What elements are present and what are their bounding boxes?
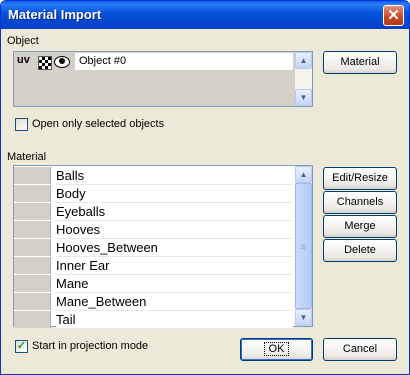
material-section-label: Material	[7, 151, 47, 163]
material-swatch[interactable]	[14, 203, 51, 220]
cancel-button[interactable]: Cancel	[323, 338, 397, 361]
eye-icon[interactable]	[54, 56, 70, 68]
material-row[interactable]: Hooves	[14, 221, 294, 239]
material-name: Mane	[56, 275, 293, 293]
edit-resize-button[interactable]: Edit/Resize	[323, 167, 397, 190]
checker-icon[interactable]	[38, 56, 52, 70]
object-list[interactable]: uv Object #0 ▲ ▼	[13, 51, 313, 107]
material-name: Body	[56, 185, 293, 203]
scroll-up-arrow-icon[interactable]: ▲	[295, 166, 312, 183]
material-swatch[interactable]	[14, 167, 51, 184]
channels-button[interactable]: Channels	[323, 191, 397, 214]
merge-button[interactable]: Merge	[323, 215, 397, 238]
material-row[interactable]: Mane	[14, 275, 294, 293]
open-selected-label: Open only selected objects	[32, 118, 165, 130]
window-title: Material Import	[8, 7, 102, 22]
material-swatch[interactable]	[14, 275, 51, 292]
scroll-thumb[interactable]: ≡	[295, 183, 312, 309]
material-swatch[interactable]	[14, 221, 51, 238]
material-row[interactable]: Eyeballs	[14, 203, 294, 221]
material-list[interactable]: Balls Body Eyeballs Hooves Hooves_Between Inn…	[13, 165, 313, 329]
material-swatch[interactable]	[14, 311, 51, 328]
delete-button[interactable]: Delete	[323, 239, 397, 262]
material-swatch[interactable]	[14, 239, 51, 256]
material-name: Hooves_Between	[56, 239, 293, 257]
object-list-scrollbar[interactable]: ▲ ▼	[295, 52, 312, 106]
material-name: Inner Ear	[56, 257, 293, 275]
material-row[interactable]: Body	[14, 185, 294, 203]
projection-mode-checkbox[interactable]: ✓	[15, 340, 28, 353]
material-name: Tail	[56, 311, 293, 329]
scroll-down-arrow-icon[interactable]: ▼	[295, 309, 312, 326]
material-name: Balls	[56, 167, 293, 185]
open-selected-checkbox[interactable]	[15, 118, 28, 131]
projection-mode-label: Start in projection mode	[32, 340, 149, 352]
ok-button-label: OK	[263, 342, 290, 356]
material-row[interactable]: Inner Ear	[14, 257, 294, 275]
material-swatch[interactable]	[14, 185, 51, 202]
material-import-dialog: Material Import ✕ Object uv Object #0 ▲ …	[0, 0, 410, 375]
close-button[interactable]: ✕	[383, 5, 404, 26]
checkmark-icon: ✓	[16, 340, 27, 352]
material-swatch[interactable]	[14, 293, 51, 310]
title-bar[interactable]: Material Import ✕	[1, 1, 409, 29]
material-name: Mane_Between	[56, 293, 293, 311]
close-icon: ✕	[387, 7, 400, 24]
uv-label: uv	[17, 54, 30, 66]
material-row[interactable]: Balls	[14, 167, 294, 185]
material-row[interactable]: Hooves_Between	[14, 239, 294, 257]
material-name: Eyeballs	[56, 203, 293, 221]
scroll-down-arrow-icon[interactable]: ▼	[295, 89, 312, 106]
material-swatch[interactable]	[14, 257, 51, 274]
object-list-item[interactable]: uv Object #0	[15, 53, 295, 70]
material-name: Hooves	[56, 221, 293, 239]
object-name: Object #0	[75, 53, 293, 70]
scroll-up-arrow-icon[interactable]: ▲	[295, 52, 312, 69]
material-row[interactable]: Mane_Between	[14, 293, 294, 311]
material-list-scrollbar[interactable]: ▲ ≡ ▼	[295, 166, 312, 326]
material-row[interactable]: Tail	[14, 311, 294, 329]
material-button[interactable]: Material	[323, 51, 397, 74]
ok-button[interactable]: OK	[240, 338, 313, 361]
object-section-label: Object	[7, 35, 39, 47]
